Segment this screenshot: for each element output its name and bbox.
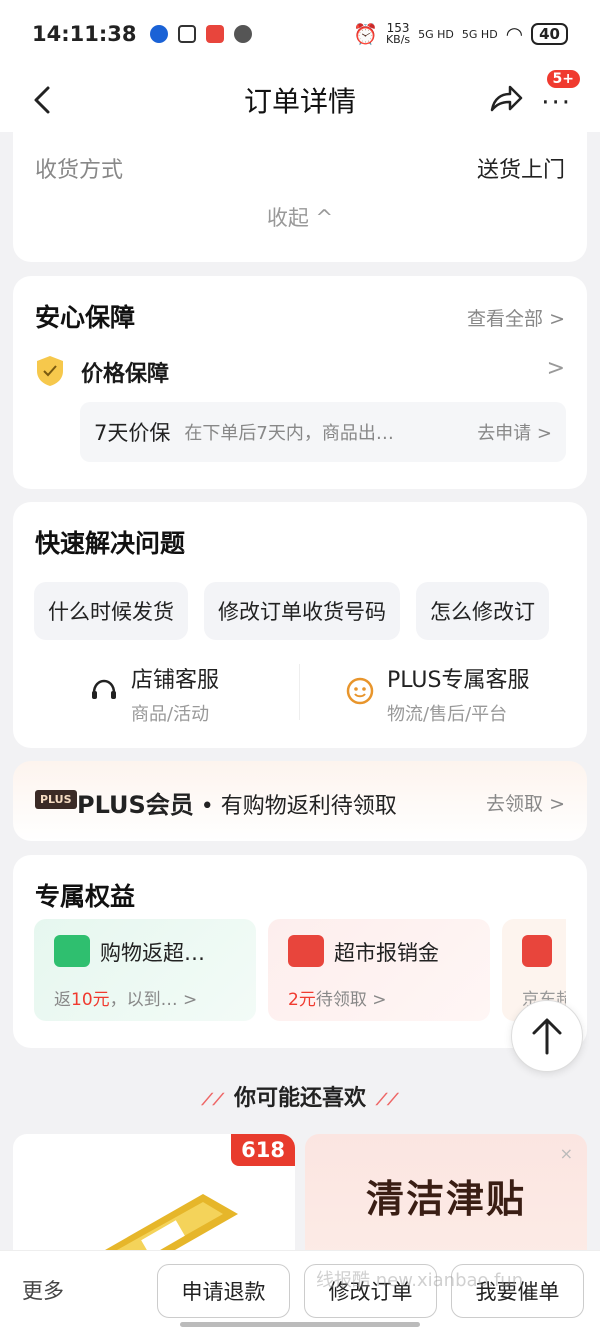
alarm-icon: ⏰ bbox=[353, 22, 378, 46]
wallet-icon bbox=[54, 935, 90, 967]
question-chip[interactable]: 怎么修改订 bbox=[416, 582, 549, 640]
benefit-sub: 返10元，以到… > bbox=[54, 990, 198, 1010]
notification-icons bbox=[150, 25, 253, 43]
benefits-list: 购物返超… 返10元，以到… > 超市报销金 2元待领取 > 京东超 bbox=[34, 919, 566, 1021]
close-icon[interactable]: × bbox=[560, 1144, 573, 1163]
net-speed: 153 KB/s bbox=[385, 21, 411, 46]
decoration-icon: ⟋⟋ bbox=[201, 1090, 224, 1109]
wifi-icon: ◠ bbox=[505, 22, 524, 46]
benefit-sub: 2元待领取 > bbox=[288, 990, 387, 1010]
view-all-link[interactable]: 查看全部 > bbox=[467, 304, 565, 331]
apply-link[interactable]: 去申请 > bbox=[477, 419, 552, 445]
more-button[interactable]: 更多 bbox=[22, 1275, 64, 1305]
app-notification-icon bbox=[206, 25, 225, 43]
page-title: 订单详情 bbox=[243, 85, 356, 118]
headset-icon bbox=[92, 679, 116, 699]
delivery-label: 收货方式 bbox=[35, 158, 124, 183]
question-chips: 什么时候发货 修改订单收货号码 怎么修改订 bbox=[34, 582, 566, 640]
question-chip[interactable]: 什么时候发货 bbox=[34, 582, 188, 640]
benefits-card: 专属权益 购物返超… 返10元，以到… > 超市报销金 2元待领取 > 京东超 bbox=[13, 855, 587, 1048]
refund-button[interactable]: 申请退款 bbox=[157, 1264, 290, 1318]
recommend-title: 你可能还喜欢 bbox=[233, 1086, 366, 1111]
smile-chat-icon bbox=[346, 677, 374, 705]
status-indicators: ⏰ 153 KB/s 5G HD 5G HD ◠ 40 bbox=[353, 22, 568, 46]
benefit-title: 购物返超… bbox=[100, 941, 205, 965]
store-service-sub: 商品/活动 bbox=[131, 704, 210, 725]
store-service-button[interactable]: 店铺客服 商品/活动 bbox=[89, 662, 219, 726]
divider bbox=[299, 664, 300, 720]
reimburse-icon bbox=[288, 935, 324, 967]
question-chip[interactable]: 修改订单收货号码 bbox=[204, 582, 400, 640]
plus-brand: PLUS会员 bbox=[77, 791, 194, 819]
plus-logo: PLUS bbox=[35, 790, 77, 809]
plus-rebate-text: PLUS会员 • 有购物返利待领取 bbox=[77, 785, 397, 820]
benefits-title: 专属权益 bbox=[35, 882, 136, 911]
price-protection-row[interactable]: 7天价保 在下单后7天内，商品出… 去申请 > bbox=[80, 402, 566, 462]
price-protection-name: 7天价保 bbox=[94, 421, 171, 445]
clock: 14:11:38 bbox=[32, 22, 137, 46]
quick-solve-card: 快速解决问题 什么时候发货 修改订单收货号码 怎么修改订 店铺客服 商品/活动 … bbox=[13, 502, 587, 748]
promo-banner-text: 清洁津贴 bbox=[365, 1177, 526, 1221]
status-bar: 14:11:38 ⏰ 153 KB/s 5G HD 5G HD ◠ 40 bbox=[0, 0, 600, 68]
chevron-right-icon[interactable]: > bbox=[547, 356, 565, 381]
recommend-header: ⟋⟋ 你可能还喜欢 ⟋⟋ bbox=[0, 1080, 600, 1112]
decoration-icon: ⟋⟋ bbox=[376, 1090, 399, 1109]
app-notification-icon bbox=[178, 25, 197, 43]
share-icon[interactable] bbox=[488, 82, 524, 116]
notification-badge: 5+ bbox=[546, 70, 580, 88]
price-guarantee-title[interactable]: 价格保障 bbox=[81, 356, 169, 388]
plus-message: • 有购物返利待领取 bbox=[193, 794, 397, 819]
claim-link[interactable]: 去领取 > bbox=[486, 789, 565, 816]
collapse-button[interactable]: 收起 ^ bbox=[13, 202, 587, 232]
plus-rebate-card[interactable]: PLUS PLUS会员 • 有购物返利待领取 去领取 > bbox=[13, 761, 587, 841]
benefit-item[interactable]: 购物返超… 返10元，以到… > bbox=[34, 919, 256, 1021]
back-icon[interactable] bbox=[28, 82, 60, 118]
home-indicator[interactable] bbox=[180, 1322, 420, 1327]
guarantee-title: 安心保障 bbox=[35, 303, 136, 332]
battery-icon: 40 bbox=[531, 23, 568, 45]
shopping-bag-icon bbox=[522, 935, 552, 967]
quick-solve-title: 快速解决问题 bbox=[35, 529, 186, 558]
guarantee-card: 安心保障 查看全部 > 价格保障 > 7天价保 在下单后7天内，商品出… 去申请… bbox=[13, 276, 587, 489]
more-menu-icon[interactable]: ··· bbox=[541, 88, 572, 118]
watermark: 线报酷 new.xianbao.fun bbox=[316, 1270, 524, 1291]
plus-service-name: PLUS专属客服 bbox=[387, 668, 530, 693]
delivery-value: 送货上门 bbox=[476, 158, 565, 183]
signal-icon: 5G HD bbox=[461, 27, 498, 41]
delivery-card: 收货方式 送货上门 收起 ^ bbox=[13, 132, 587, 262]
app-notification-icon bbox=[150, 25, 169, 43]
back-to-top-button[interactable] bbox=[511, 1000, 583, 1072]
price-protection-desc: 在下单后7天内，商品出… bbox=[184, 423, 394, 444]
arrow-up-icon bbox=[532, 1018, 562, 1055]
signal-icon: 5G HD bbox=[418, 27, 454, 41]
wechat-icon bbox=[234, 25, 253, 43]
plus-service-sub: 物流/售后/平台 bbox=[387, 704, 508, 725]
benefit-title: 超市报销金 bbox=[334, 941, 439, 965]
shield-icon bbox=[37, 356, 63, 386]
benefit-item[interactable]: 超市报销金 2元待领取 > bbox=[268, 919, 490, 1021]
top-nav: 订单详情 ··· 5+ bbox=[0, 68, 600, 132]
store-service-name: 店铺客服 bbox=[131, 668, 220, 693]
plus-service-button[interactable]: PLUS专属客服 物流/售后/平台 bbox=[345, 662, 530, 726]
promo-tag: 618 bbox=[231, 1134, 295, 1166]
